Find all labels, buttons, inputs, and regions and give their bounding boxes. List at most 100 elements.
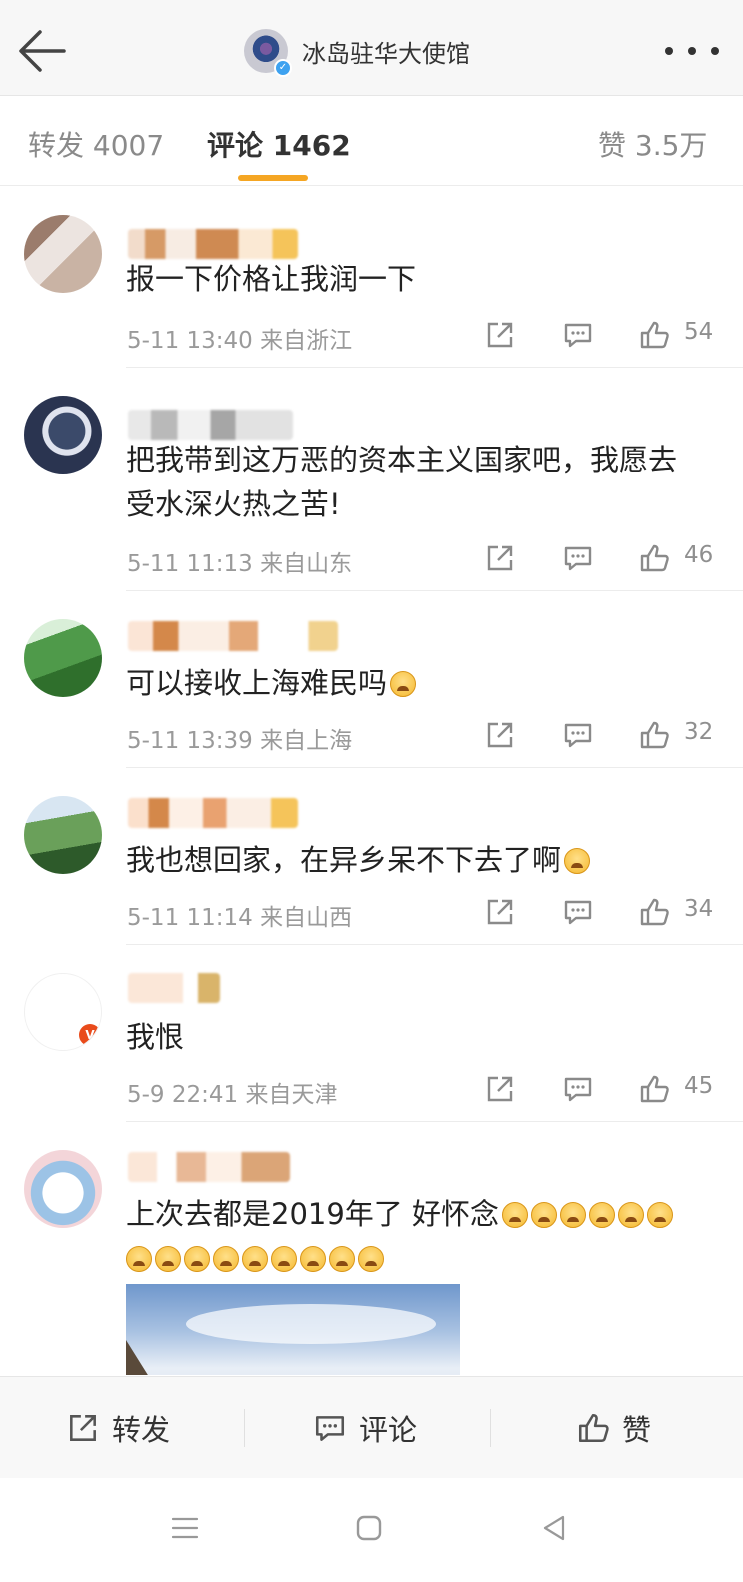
cry-emoji (213, 1246, 239, 1272)
comment-text-body: 可以接收上海难民吗 (126, 666, 388, 700)
avatar[interactable] (24, 1150, 102, 1228)
like-label: 赞 (622, 1413, 652, 1447)
comment-meta: 5-11 13:39 来自上海 (127, 721, 352, 755)
comment-actions: 34 (484, 894, 724, 930)
repost-label: 转发 (112, 1413, 171, 1447)
username-redacted[interactable] (128, 621, 338, 651)
comment-icon[interactable] (562, 1073, 594, 1105)
comment-time: 5-9 22:41 (127, 1082, 239, 1108)
cry-emoji (647, 1202, 674, 1228)
bottom-action-bar: 转发 评论 赞 (0, 1376, 743, 1478)
back-triangle-icon[interactable] (534, 1508, 574, 1548)
vip-badge-icon: V (79, 1024, 101, 1046)
divider (126, 1121, 743, 1122)
avatar[interactable] (24, 396, 102, 474)
bar-separator (490, 1409, 491, 1447)
comment-button[interactable]: 评论 (313, 1377, 417, 1479)
avatar[interactable] (24, 619, 102, 697)
thumbs-up-icon[interactable] (638, 1073, 670, 1105)
comment-list[interactable]: 报一下价格让我润一下 5-11 13:40 来自浙江 54 把我带到这万恶的资本… (0, 187, 743, 1375)
comment-text: 把我带到这万恶的资本主义国家吧，我愿去 受水深火热之苦! (126, 438, 726, 526)
menu-icon[interactable] (165, 1508, 205, 1548)
system-navigation-bar (0, 1478, 743, 1582)
comment-text-line: 把我带到这万恶的资本主义国家吧，我愿去 (126, 443, 678, 477)
comment-text: 可以接收上海难民吗 (126, 661, 726, 705)
cry-emoji (618, 1202, 645, 1228)
photo-cloud (186, 1304, 436, 1344)
comment-location: 来自上海 (260, 728, 353, 754)
more-dots-icon[interactable] (665, 36, 719, 66)
tab-likes[interactable]: 赞 3.5万 (598, 124, 707, 164)
cry-emoji (358, 1246, 384, 1272)
comment-time: 5-11 11:13 (127, 551, 253, 577)
like-count: 46 (684, 542, 714, 568)
share-icon[interactable] (484, 719, 516, 751)
divider (126, 590, 743, 591)
cry-emoji (531, 1202, 558, 1228)
comment-icon[interactable] (562, 542, 594, 574)
page-header-center[interactable]: ✓ 冰岛驻华大使馆 (244, 26, 470, 77)
username-redacted[interactable] (128, 973, 220, 1003)
username-redacted[interactable] (128, 410, 293, 440)
thumbs-up-icon (578, 1413, 609, 1443)
comment-text-body: 我也想回家，在异乡呆不下去了啊 (126, 843, 562, 877)
thumbs-up-icon[interactable] (638, 319, 670, 351)
comment-text-line: 受水深火热之苦! (126, 487, 341, 521)
comment-icon[interactable] (562, 719, 594, 751)
cry-emoji (560, 1202, 587, 1228)
avatar[interactable] (24, 215, 102, 293)
comment-icon[interactable] (562, 896, 594, 928)
comment-label: 评论 (359, 1413, 418, 1447)
cry-emoji (390, 671, 417, 697)
cry-emoji (300, 1246, 326, 1272)
share-icon[interactable] (484, 319, 516, 351)
back-arrow-icon[interactable] (14, 26, 74, 76)
cry-emoji (502, 1202, 529, 1228)
share-icon[interactable] (484, 1073, 516, 1105)
comment-meta: 5-11 13:40 来自浙江 (127, 321, 352, 355)
tab-repost[interactable]: 转发 4007 (28, 124, 164, 164)
share-icon[interactable] (484, 896, 516, 928)
comment-actions: 32 (484, 717, 724, 753)
comment-meta: 5-11 11:13 来自山东 (127, 544, 352, 578)
comment-time: 5-11 11:14 (127, 905, 253, 931)
cry-emoji (155, 1246, 181, 1272)
cry-emoji (126, 1246, 152, 1272)
comment-text: 我恨 (126, 1020, 185, 1054)
comment-text: 我也想回家，在异乡呆不下去了啊 (126, 838, 726, 882)
avatar[interactable]: V (24, 973, 102, 1051)
divider (126, 767, 743, 768)
username-redacted[interactable] (128, 1152, 290, 1182)
repost-button[interactable]: 转发 (66, 1377, 170, 1479)
comment-icon (315, 1416, 345, 1441)
comment-photo[interactable] (126, 1284, 460, 1375)
divider (126, 367, 743, 368)
comment-text: 报一下价格让我润一下 (126, 262, 417, 296)
cry-emoji (271, 1246, 297, 1272)
share-icon (70, 1415, 96, 1441)
thumbs-up-icon[interactable] (638, 719, 670, 751)
like-count: 54 (684, 319, 714, 345)
avatar[interactable] (24, 796, 102, 874)
verified-badge-icon: ✓ (274, 59, 292, 77)
comment-icon[interactable] (562, 319, 594, 351)
like-count: 34 (684, 896, 714, 922)
tab-bar: 转发 4007 评论 1462 赞 3.5万 (0, 96, 743, 186)
username-redacted[interactable] (128, 229, 298, 259)
username-redacted[interactable] (128, 798, 298, 828)
comment-meta: 5-11 11:14 来自山西 (127, 898, 352, 932)
top-header: ✓ 冰岛驻华大使馆 (0, 0, 743, 96)
share-icon[interactable] (484, 542, 516, 574)
cry-emoji (564, 848, 591, 874)
comment-text: 上次去都是2019年了 好怀念 (126, 1192, 726, 1280)
cry-emoji (589, 1202, 616, 1228)
comment-location: 来自山东 (260, 551, 353, 577)
tab-comments[interactable]: 评论 1462 (207, 124, 351, 164)
home-icon[interactable] (349, 1508, 389, 1548)
thumbs-up-icon[interactable] (638, 896, 670, 928)
page-avatar[interactable]: ✓ (244, 29, 292, 77)
cry-emoji (184, 1246, 210, 1272)
thumbs-up-icon[interactable] (638, 542, 670, 574)
like-button[interactable]: 赞 (576, 1377, 651, 1479)
comment-location: 来自天津 (245, 1082, 338, 1108)
